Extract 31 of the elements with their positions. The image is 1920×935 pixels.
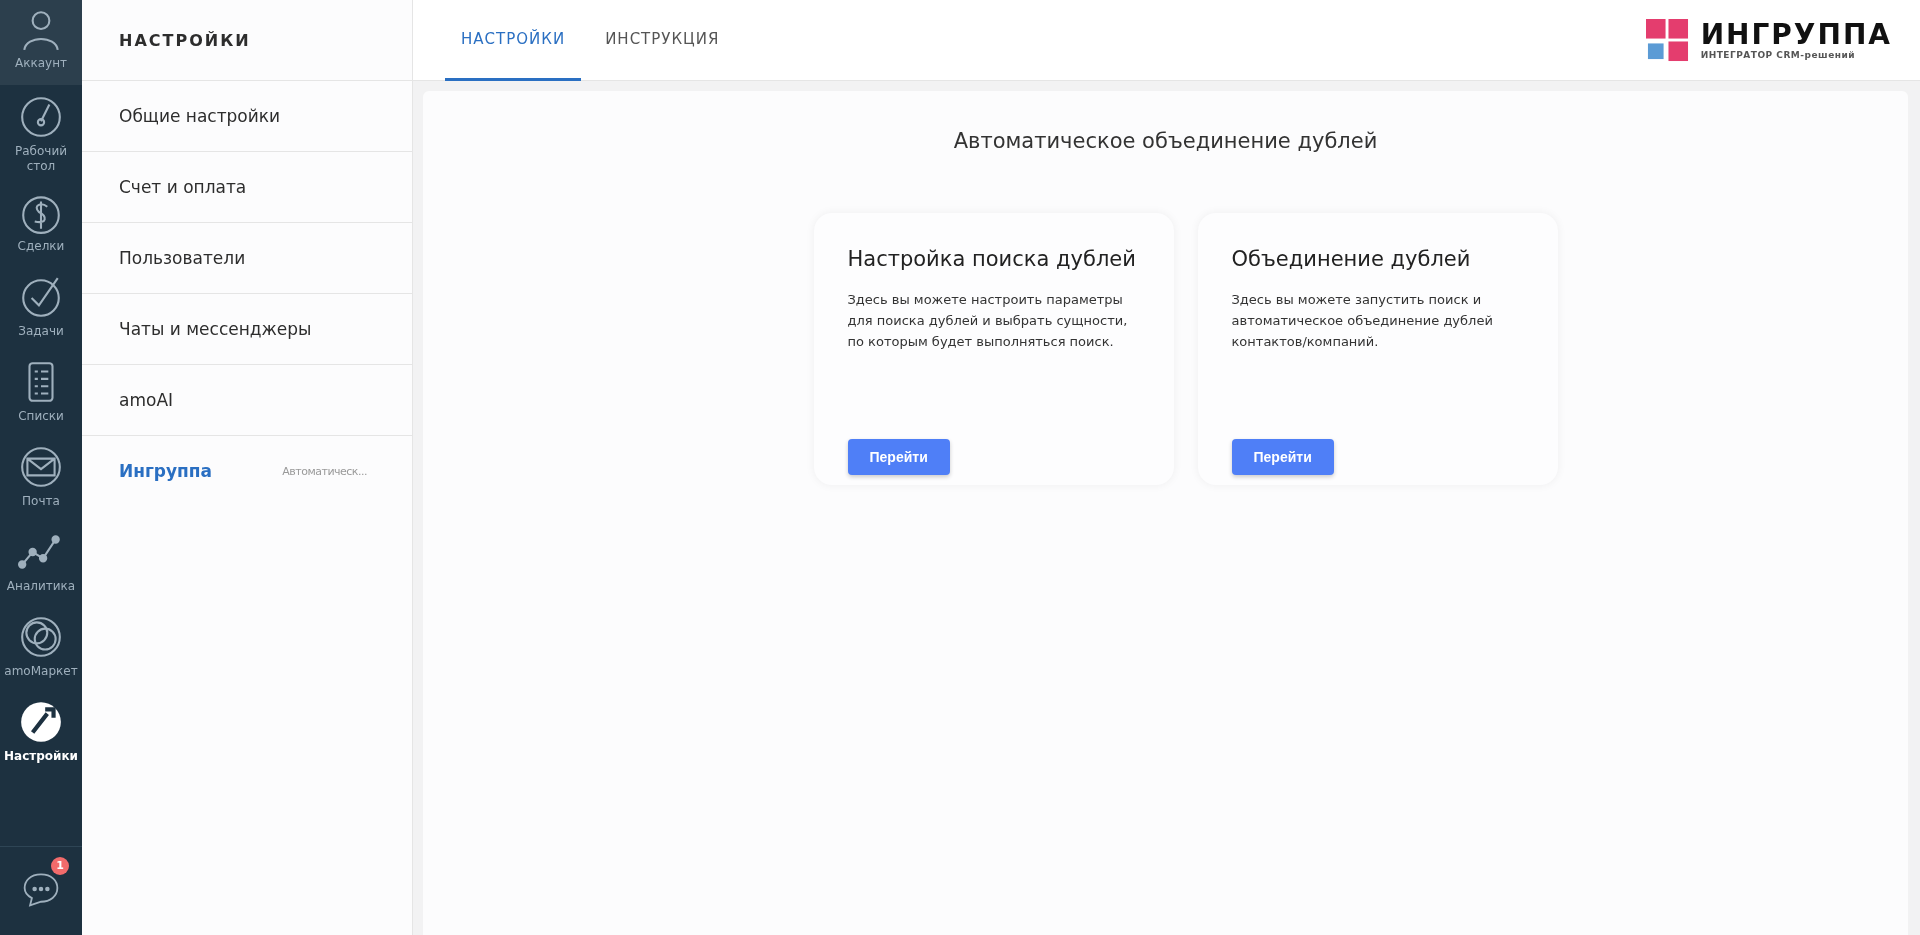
card-title: Объединение дублей: [1231, 247, 1472, 271]
nav-item[interactable]: Аккаунт: [0, 0, 82, 85]
card-description: Здесь вы можете настроить параметры для поиска дублей и выбрать сущности, по которым будет выполняться поиск.: [847, 291, 1129, 351]
nav-item[interactable]: Сделки: [0, 180, 82, 265]
go-button[interactable]: Перейти: [1231, 439, 1334, 475]
nav-item[interactable]: Списки: [0, 350, 82, 435]
circles-icon: [18, 614, 64, 660]
nav-item[interactable]: amoМаркет: [0, 605, 82, 690]
sidebar-item[interactable]: Общие настройки: [82, 81, 412, 152]
nav-item[interactable]: Аналитика: [0, 520, 82, 605]
sidebar-item[interactable]: Чаты и мессенджеры: [82, 294, 412, 365]
card-description: Здесь вы можете запустить поиск и автоматическое объединение дублей контактов/компаний.: [1231, 291, 1494, 351]
tab[interactable]: ИНСТРУКЦИЯ: [589, 0, 736, 81]
sidebar-title: НАСТРОЙКИ: [119, 30, 251, 50]
sidebar-item[interactable]: amoAI: [82, 365, 412, 436]
page-title: Автоматическое объединение дублей: [953, 129, 1378, 153]
nav-item[interactable]: Настройки: [0, 690, 82, 775]
logo-name: ИНГРУППА: [1700, 20, 1892, 50]
nav-item[interactable]: Задачи: [0, 265, 82, 350]
sidebar-item[interactable]: Пользователи: [82, 223, 412, 294]
notification-badge: 1: [51, 856, 69, 875]
go-button[interactable]: Перейти: [847, 439, 950, 475]
sidebar-item[interactable]: Счет и оплата: [82, 152, 412, 223]
nav-item[interactable]: Рабочий стол: [0, 85, 82, 180]
envelope-icon: [18, 444, 64, 490]
speedometer-icon: [18, 94, 64, 140]
logo-tagline: ИНТЕГРАТОР CRM-решений: [1700, 50, 1857, 60]
nav-item[interactable]: Почта: [0, 435, 82, 520]
card-title: Настройка поиска дублей: [847, 247, 1137, 271]
sidebar-item[interactable]: Ингруппа Автоматическ...: [82, 436, 412, 506]
logo-icon: [1645, 18, 1689, 62]
